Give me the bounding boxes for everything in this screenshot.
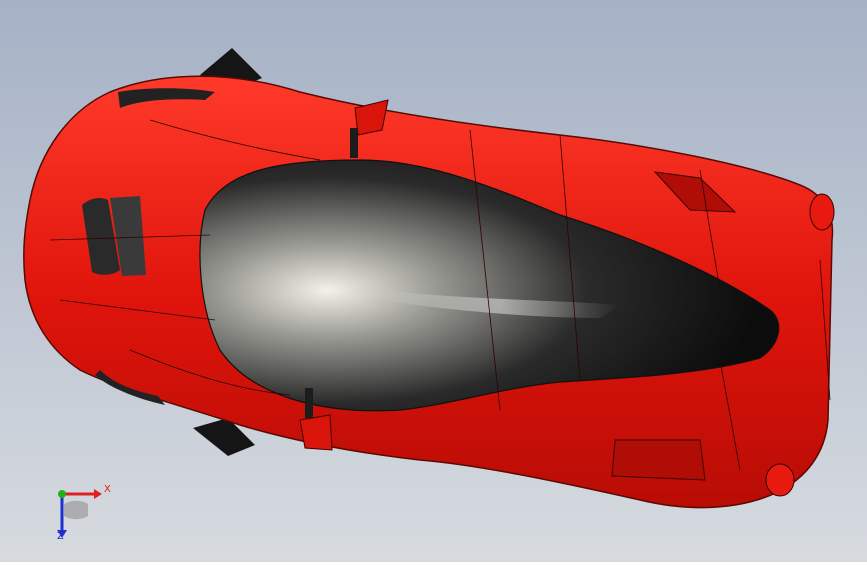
mirror-stalk-bottom <box>305 388 313 418</box>
side-mirror-bottom[interactable] <box>299 414 333 451</box>
triad-plane <box>64 500 88 520</box>
rear-light-bottom <box>765 463 795 497</box>
cad-graphics-viewport[interactable]: X Z <box>0 0 867 562</box>
y-axis-dot <box>58 490 66 498</box>
x-axis-label: X <box>104 484 111 495</box>
x-axis-arrowhead <box>94 489 102 499</box>
rear-vent-bottom <box>611 439 706 481</box>
z-axis-label: Z <box>57 531 64 542</box>
coordinate-triad: X Z <box>44 482 116 546</box>
mirror-stalk-top <box>350 128 358 158</box>
rear-light-top <box>809 193 835 231</box>
car-model-render[interactable] <box>0 0 867 562</box>
